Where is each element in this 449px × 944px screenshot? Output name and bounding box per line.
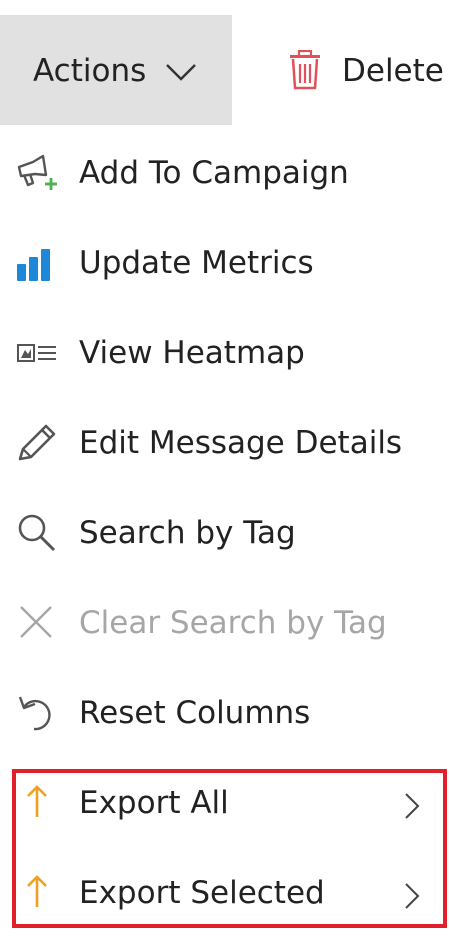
bar-chart-icon xyxy=(17,249,50,281)
heatmap-icon xyxy=(17,344,56,362)
menu-item-label: Export All xyxy=(79,785,229,821)
chevron-right-icon xyxy=(405,883,420,909)
menu-item-reset-columns[interactable]: Reset Columns xyxy=(0,668,449,758)
menu-item-add-to-campaign[interactable]: Add To Campaign xyxy=(0,128,449,218)
megaphone-add-icon xyxy=(17,154,57,190)
delete-label: Delete xyxy=(342,53,444,89)
pencil-icon xyxy=(18,424,56,461)
menu-item-label: Export Selected xyxy=(79,875,325,911)
menu-item-clear-search-by-tag: Clear Search by Tag xyxy=(0,578,449,668)
menu-item-update-metrics[interactable]: Update Metrics xyxy=(0,218,449,308)
search-icon xyxy=(18,514,56,552)
menu-item-label: Add To Campaign xyxy=(79,155,349,191)
menu-item-search-by-tag[interactable]: Search by Tag xyxy=(0,488,449,578)
menu-item-label: Update Metrics xyxy=(79,245,314,281)
chevron-down-icon xyxy=(166,64,196,81)
delete-button[interactable]: Delete xyxy=(285,15,449,125)
toolbar: Actions Delete xyxy=(0,0,449,125)
export-arrow-icon xyxy=(27,785,47,817)
menu-item-label: Reset Columns xyxy=(79,695,311,731)
actions-menu: Add To Campaign Update Metrics View Heat… xyxy=(0,128,449,944)
menu-item-label: View Heatmap xyxy=(79,335,305,371)
menu-item-label: Search by Tag xyxy=(79,515,296,551)
menu-item-label: Edit Message Details xyxy=(79,425,403,461)
menu-item-edit-message-details[interactable]: Edit Message Details xyxy=(0,398,449,488)
menu-item-label: Clear Search by Tag xyxy=(79,605,387,641)
menu-item-export-all[interactable]: Export All xyxy=(0,758,449,848)
chevron-right-icon xyxy=(405,793,420,819)
export-arrow-icon xyxy=(27,875,47,907)
actions-dropdown-button[interactable]: Actions xyxy=(0,15,232,125)
undo-icon xyxy=(18,696,51,731)
menu-item-export-selected[interactable]: Export Selected xyxy=(0,848,449,938)
trash-icon xyxy=(290,50,320,90)
actions-label: Actions xyxy=(33,53,147,89)
menu-item-view-heatmap[interactable]: View Heatmap xyxy=(0,308,449,398)
close-icon xyxy=(20,606,52,638)
